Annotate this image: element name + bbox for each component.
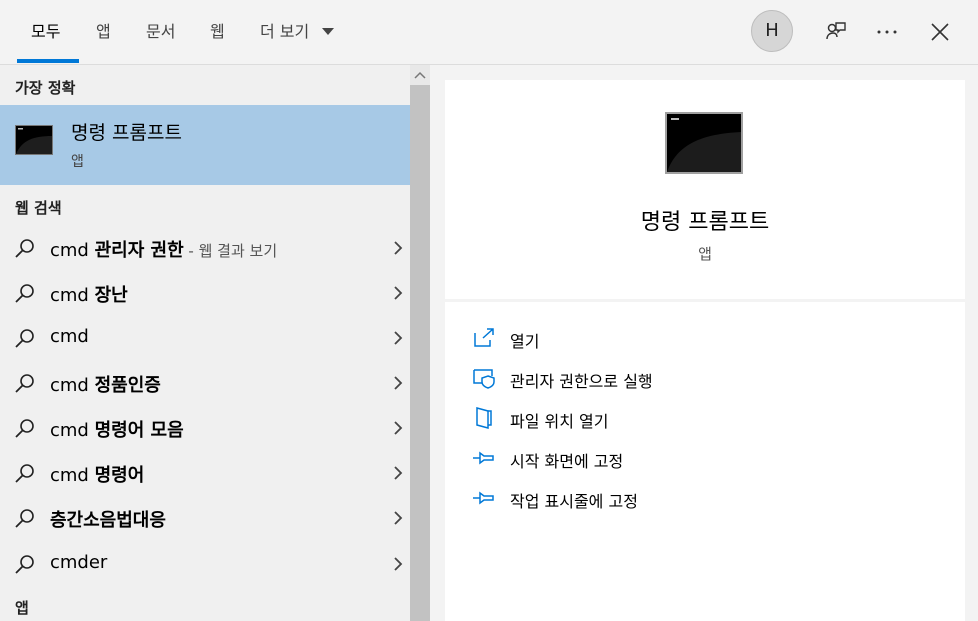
chevron-right-icon[interactable]	[392, 285, 404, 301]
feedback-icon[interactable]	[823, 20, 847, 44]
preview-title: 명령 프롬프트	[640, 210, 770, 235]
action-pin-to-start[interactable]: 시작 화면에 고정	[472, 444, 952, 472]
web-suggestion-row[interactable]: cmd 정품인증	[0, 361, 410, 405]
best-match-item[interactable]	[0, 105, 410, 185]
search-icon	[15, 374, 34, 393]
suggestion-hint: - 웹 결과 보기	[183, 242, 278, 260]
scroll-up-icon[interactable]	[414, 70, 426, 80]
chevron-right-icon[interactable]	[392, 375, 404, 391]
scrollbar-thumb[interactable]	[410, 85, 430, 621]
active-tab-indicator	[17, 59, 79, 63]
web-suggestion-row[interactable]: cmd 관리자 권한 - 웹 결과 보기	[0, 226, 410, 270]
open-icon	[474, 328, 494, 347]
chevron-right-icon[interactable]	[392, 240, 404, 256]
avatar[interactable]: H	[751, 10, 793, 52]
preview-subtitle: 앱	[698, 245, 712, 263]
close-icon[interactable]	[928, 20, 952, 44]
chevron-right-icon[interactable]	[392, 556, 404, 572]
file-location-icon	[476, 407, 492, 429]
suggestion-text: cmd 정품인증	[50, 375, 161, 396]
suggestion-text: cmd 장난	[50, 285, 128, 306]
chevron-right-icon[interactable]	[392, 510, 404, 526]
search-icon	[15, 509, 34, 528]
command-prompt-large-icon	[665, 112, 743, 174]
suggestion-text: cmder	[50, 552, 108, 573]
web-suggestion-row[interactable]: cmd 장난	[0, 271, 410, 315]
suggestion-text: cmd 관리자 권한 - 웹 결과 보기	[50, 240, 278, 261]
more-options-icon[interactable]	[875, 20, 899, 44]
web-search-header: 웹 검색	[15, 199, 62, 217]
suggestion-text: 층간소음법대응	[50, 510, 166, 531]
chevron-down-icon[interactable]	[322, 28, 334, 35]
action-run-as-admin[interactable]: 관리자 권한으로 실행	[472, 364, 952, 392]
search-icon	[15, 555, 34, 574]
search-icon	[15, 239, 34, 258]
search-icon	[15, 419, 34, 438]
suggestion-text: cmd	[50, 326, 89, 347]
action-pin-to-taskbar[interactable]: 작업 표시줄에 고정	[472, 484, 952, 512]
tab-more[interactable]: 더 보기	[260, 20, 309, 44]
action-open-file-location[interactable]: 파일 위치 열기	[472, 404, 952, 432]
tab-apps[interactable]: 앱	[96, 20, 111, 44]
apps-header: 앱	[15, 599, 29, 617]
web-suggestion-row[interactable]: cmd 명령어	[0, 451, 410, 495]
suggestion-text: cmd 명령어 모음	[50, 420, 184, 441]
web-suggestion-row[interactable]: cmd 명령어 모음	[0, 406, 410, 450]
search-icon	[15, 329, 34, 348]
best-match-header: 가장 정확	[15, 79, 76, 97]
shield-icon	[473, 369, 495, 389]
tab-web[interactable]: 웹	[210, 20, 225, 44]
chevron-right-icon[interactable]	[392, 465, 404, 481]
search-top-bar: 모두 앱 문서 웹 더 보기 H	[0, 0, 978, 65]
chevron-right-icon[interactable]	[392, 420, 404, 436]
pin-icon	[473, 491, 494, 505]
search-icon	[15, 464, 34, 483]
command-prompt-icon	[15, 125, 53, 155]
best-match-title: 명령 프롬프트	[71, 122, 182, 144]
search-icon	[15, 284, 34, 303]
best-match-subtitle: 앱	[71, 154, 84, 170]
web-suggestion-row[interactable]: 층간소음법대응	[0, 496, 410, 540]
web-suggestion-row[interactable]: cmder	[0, 542, 410, 586]
chevron-right-icon[interactable]	[392, 330, 404, 346]
web-suggestion-row[interactable]: cmd	[0, 316, 410, 360]
pin-icon	[473, 451, 494, 465]
tab-all[interactable]: 모두	[31, 20, 60, 44]
tab-documents[interactable]: 문서	[146, 20, 175, 44]
action-open[interactable]: 열기	[472, 324, 952, 352]
suggestion-text: cmd 명령어	[50, 465, 145, 486]
